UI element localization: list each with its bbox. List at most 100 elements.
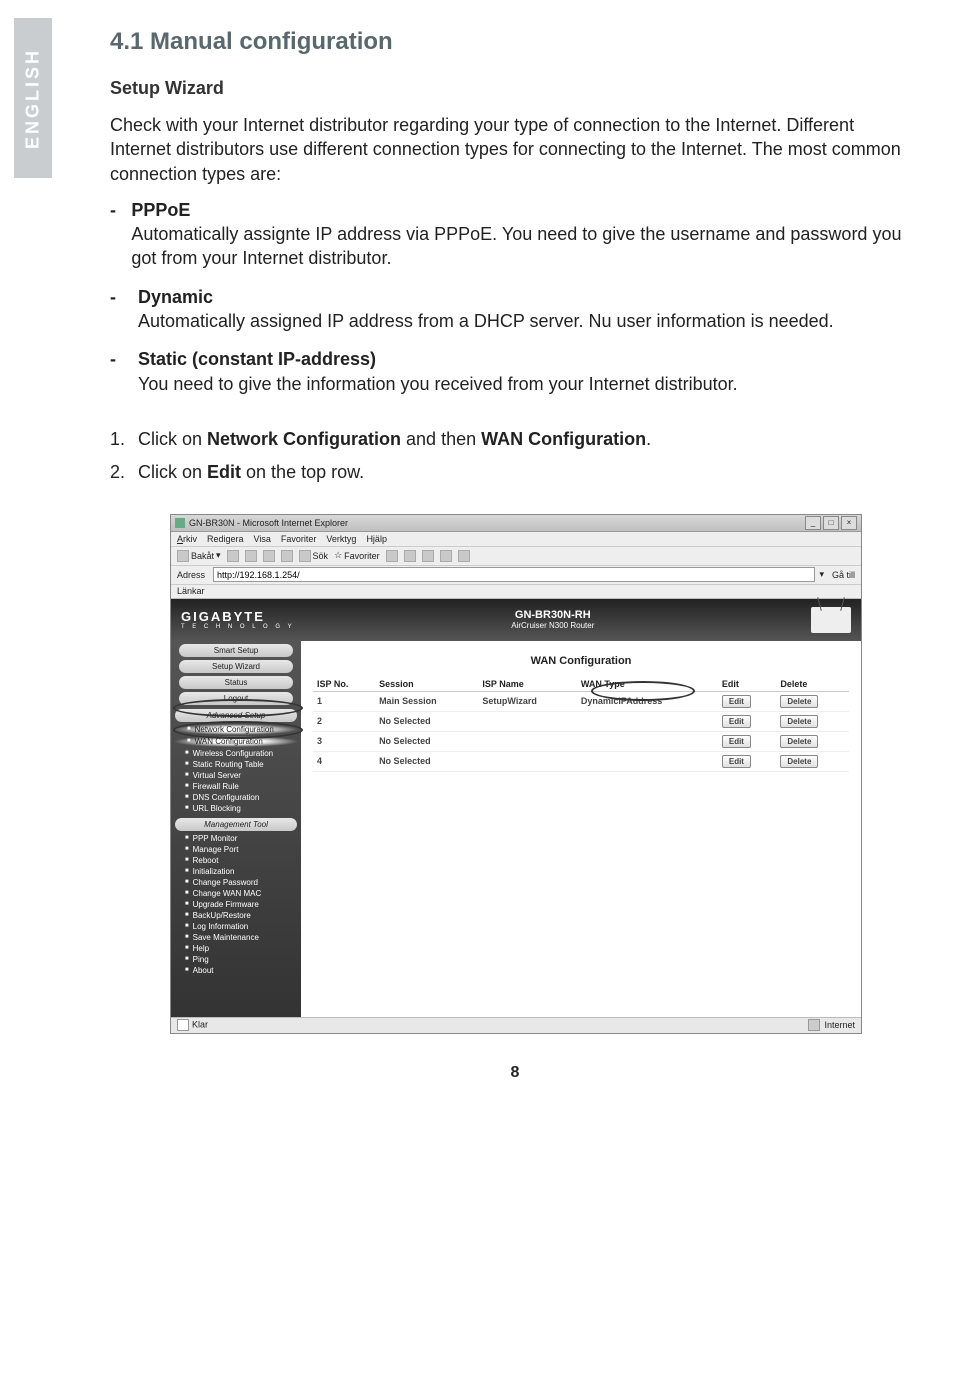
home-icon[interactable] [281,550,293,562]
menu-item[interactable]: Arkiv [177,534,197,544]
menu-item[interactable]: Visa [254,534,271,544]
sidebar-item[interactable]: Save Maintenance [171,932,301,943]
sidebar-item[interactable]: Manage Port [171,844,301,855]
edit-button[interactable]: Edit [722,695,751,708]
sidebar-item[interactable]: Virtual Server [171,770,301,781]
app-icon [175,518,185,528]
intro-paragraph: Check with your Internet distributor reg… [110,113,920,186]
delete-button[interactable]: Delete [780,715,818,728]
cell [577,731,718,751]
sidebar-button[interactable]: Status [179,676,293,689]
section-heading: 4.1 Manual configuration [110,28,920,56]
sidebar-item[interactable]: Reboot [171,855,301,866]
dash: - [110,285,138,334]
menu-item[interactable]: Hjälp [366,534,387,544]
step-bold: WAN Configuration [481,429,646,449]
step-text: . [646,429,651,449]
print-icon[interactable] [422,550,434,562]
edit-button[interactable]: Edit [722,715,751,728]
address-bar: Adress ▾ Gå till [171,566,861,585]
sidebar-item[interactable]: Change WAN MAC [171,888,301,899]
refresh-icon[interactable] [263,550,275,562]
cell: 4 [313,751,375,771]
status-bar: Klar Internet [171,1017,861,1033]
back-button[interactable]: Bakåt ▾ [177,550,221,562]
edit-button[interactable]: Edit [722,755,751,768]
sidebar-item[interactable]: Firewall Rule [171,781,301,792]
mail-icon[interactable] [404,550,416,562]
table-row: 2 No Selected Edit Delete [313,711,849,731]
window-title: GN-BR30N - Microsoft Internet Explorer [189,518,348,528]
cell: Main Session [375,691,478,711]
sidebar-item[interactable]: Ping [171,954,301,965]
delete-button[interactable]: Delete [780,735,818,748]
tool-icon[interactable] [458,550,470,562]
menu-item[interactable]: Verktyg [326,534,356,544]
close-button[interactable]: × [841,516,857,530]
cell [478,711,576,731]
sidebar-item[interactable]: Initialization [171,866,301,877]
go-label[interactable]: Gå till [832,570,855,580]
menu-item[interactable]: Favoriter [281,534,317,544]
model-label: GN-BR30N-RH AirCruiser N300 Router [511,609,594,630]
page-number: 8 [110,1064,920,1082]
sidebar-group: Advanced Setup [175,709,297,722]
col-header: ISP No. [313,677,375,692]
type-label: Dynamic [138,285,834,309]
links-label[interactable]: Länkar [177,586,205,596]
sidebar-item[interactable]: URL Blocking [171,803,301,814]
go-dropdown[interactable]: ▾ [819,569,824,580]
table-row: 3 No Selected Edit Delete [313,731,849,751]
sidebar-button[interactable]: Smart Setup [179,644,293,657]
cell: SetupWizard [478,691,576,711]
status-left: Klar [177,1019,208,1031]
table-header-row: ISP No. Session ISP Name WAN Type Edit D… [313,677,849,692]
col-header: Edit [718,677,777,692]
delete-button[interactable]: Delete [780,755,818,768]
cell: No Selected [375,731,478,751]
sidebar-item[interactable]: Static Routing Table [171,759,301,770]
col-header: WAN Type [577,677,718,692]
sidebar-item-wan-config[interactable]: WAN Configuration [173,736,299,747]
search-button[interactable]: Sök [299,550,329,562]
sidebar-item[interactable]: About [171,965,301,976]
type-text: Automatically assignte IP address via PP… [131,224,901,268]
sidebar-group: Management Tool [175,818,297,831]
type-label: PPPoE [131,198,920,222]
delete-button[interactable]: Delete [780,695,818,708]
maximize-button[interactable]: □ [823,516,839,530]
sidebar-item[interactable]: Upgrade Firmware [171,899,301,910]
sidebar-item[interactable]: BackUp/Restore [171,910,301,921]
step-text: on the top row. [241,462,364,482]
type-label: Static (constant IP-address) [138,347,738,371]
sidebar-item[interactable]: Change Password [171,877,301,888]
favorites-button[interactable]: ☆ Favoriter [334,550,380,561]
edit-button[interactable]: Edit [722,735,751,748]
cell: 2 [313,711,375,731]
sidebar-button[interactable]: Setup Wizard [179,660,293,673]
sidebar-button[interactable]: Logout [179,692,293,705]
stop-icon[interactable] [245,550,257,562]
history-icon[interactable] [386,550,398,562]
brand-logo: GIGABYTE T E C H N O L O G Y [181,609,295,630]
sidebar-item[interactable]: Help [171,943,301,954]
language-tab: ENGLISH [14,18,52,178]
sidebar-item[interactable]: DNS Configuration [171,792,301,803]
cell: No Selected [375,751,478,771]
cell: DynamicIPAddress [577,691,718,711]
tool-icon[interactable] [440,550,452,562]
window-titlebar: GN-BR30N - Microsoft Internet Explorer _… [171,515,861,532]
url-input[interactable] [213,567,815,582]
forward-icon[interactable] [227,550,239,562]
sidebar-item[interactable]: PPP Monitor [171,833,301,844]
step-row: 2. Click on Edit on the top row. [110,459,920,486]
menu-bar: Arkiv Redigera Visa Favoriter Verktyg Hj… [171,532,861,547]
sidebar-item-network-config[interactable]: Network Configuration [173,724,299,735]
sidebar-item[interactable]: Log Information [171,921,301,932]
page-content: 4.1 Manual configuration Setup Wizard Ch… [110,0,920,1082]
menu-item[interactable]: Redigera [207,534,244,544]
step-bold: Network Configuration [207,429,401,449]
steps-list: 1. Click on Network Configuration and th… [110,426,920,486]
sidebar-item[interactable]: Wireless Configuration [171,748,301,759]
minimize-button[interactable]: _ [805,516,821,530]
